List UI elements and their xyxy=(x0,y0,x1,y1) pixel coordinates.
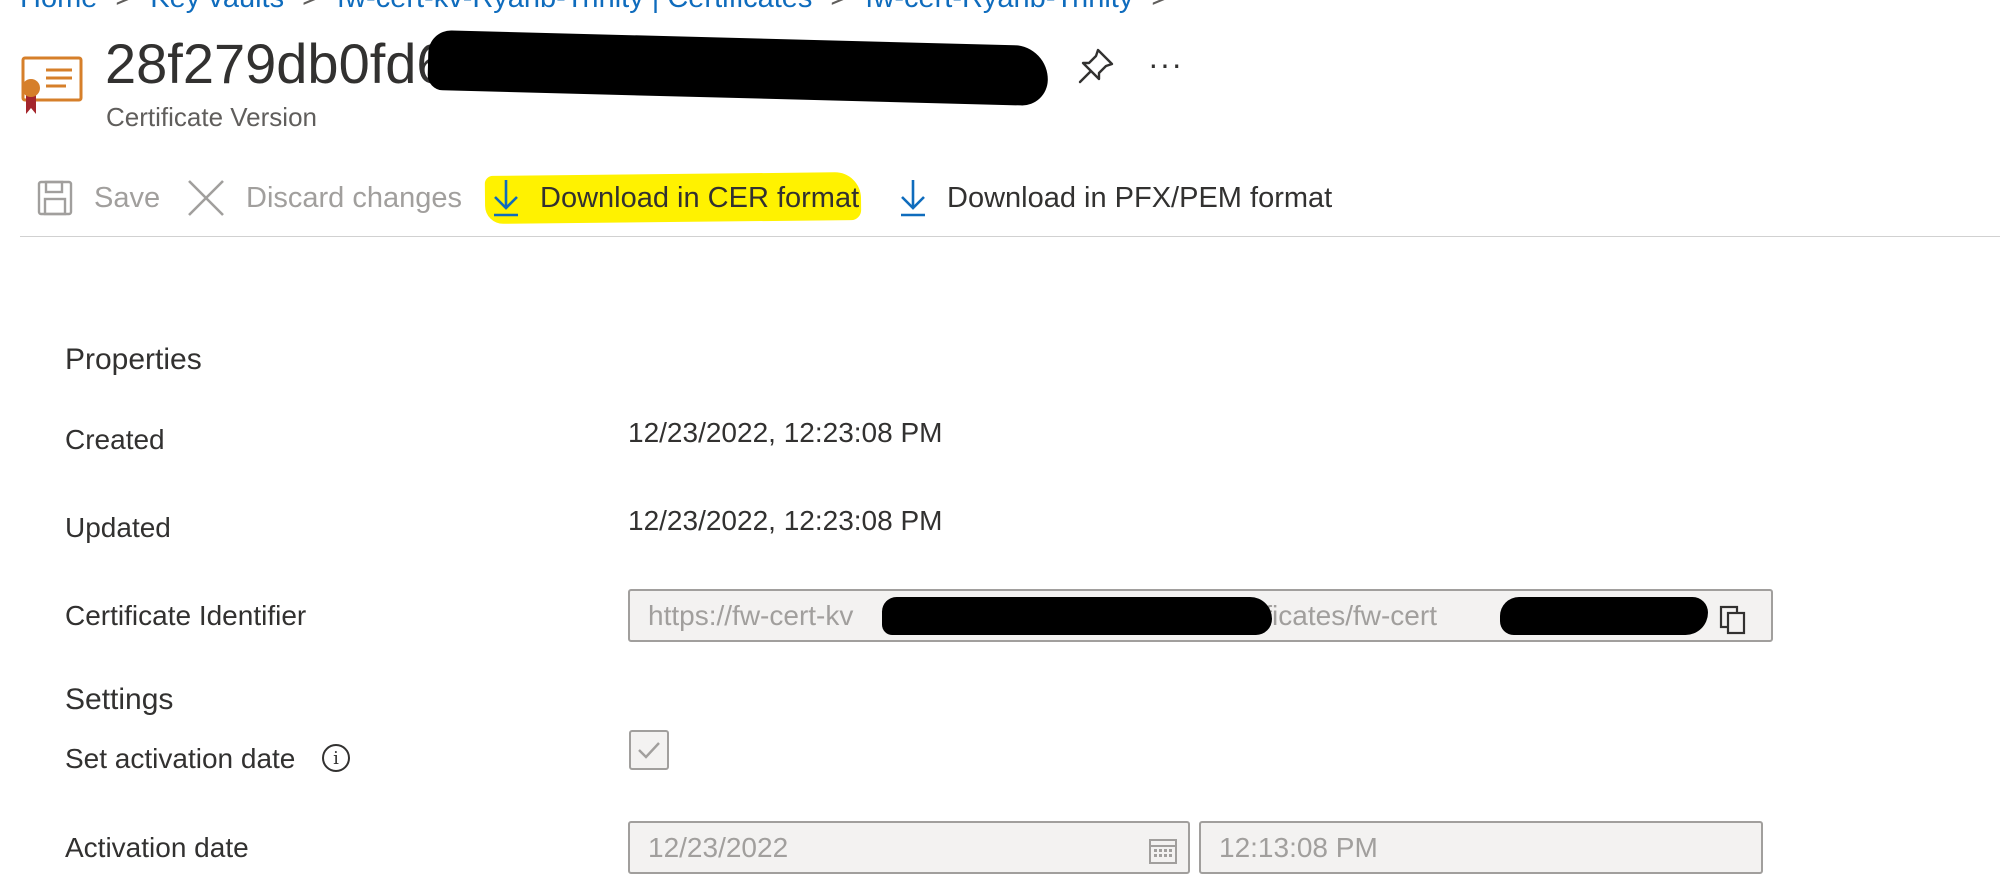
page-title: 28f279db0fd6 xyxy=(105,32,448,95)
discard-changes-label: Discard changes xyxy=(246,181,462,214)
breadcrumb-separator: > xyxy=(1151,0,1168,15)
info-icon[interactable]: i xyxy=(322,744,350,772)
activation-date-input[interactable]: 12/23/2022 xyxy=(628,821,1190,874)
breadcrumb-certificates[interactable]: fw-cert-kv-Ryanb-Trinity | Certificates xyxy=(337,0,812,15)
breadcrumb: Home > Key vaults > fw-cert-kv-Ryanb-Tri… xyxy=(20,0,1168,15)
redaction-mark xyxy=(882,597,1272,635)
activation-date-label: Activation date xyxy=(65,832,249,863)
settings-header: Settings xyxy=(65,683,174,716)
certificate-icon xyxy=(21,56,83,114)
created-label: Created xyxy=(65,424,165,455)
updated-value: 12/23/2022, 12:23:08 PM xyxy=(628,505,943,536)
save-icon xyxy=(37,180,73,216)
calendar-icon[interactable] xyxy=(1148,837,1178,865)
certificate-identifier-label: Certificate Identifier xyxy=(65,600,307,631)
certificate-identifier-field[interactable]: https://fw-cert-kv certificates/fw-cert xyxy=(628,589,1773,642)
download-cer-label: Download in CER format xyxy=(540,181,860,214)
breadcrumb-separator: > xyxy=(302,0,319,15)
created-value: 12/23/2022, 12:23:08 PM xyxy=(628,417,943,448)
breadcrumb-certificate[interactable]: fw-cert-Ryanb-Trinity xyxy=(865,0,1133,15)
download-icon xyxy=(901,180,925,217)
close-icon xyxy=(188,180,224,216)
breadcrumb-home[interactable]: Home xyxy=(20,0,97,15)
identifier-value-start: https://fw-cert-kv xyxy=(648,599,854,631)
activation-time-input[interactable]: 12:13:08 PM xyxy=(1199,821,1763,874)
copy-icon[interactable] xyxy=(1719,605,1747,635)
activation-time-value: 12:13:08 PM xyxy=(1219,831,1378,863)
discard-changes-button[interactable]: Discard changes xyxy=(186,170,462,226)
checkmark-icon xyxy=(638,742,660,759)
more-options-button[interactable]: ··· xyxy=(1148,46,1183,83)
toolbar-divider xyxy=(20,236,2000,237)
redaction-mark xyxy=(1500,597,1708,635)
activation-date-value: 12/23/2022 xyxy=(648,831,789,863)
download-pfx-label: Download in PFX/PEM format xyxy=(947,181,1333,214)
breadcrumb-key-vaults[interactable]: Key vaults xyxy=(150,0,284,15)
properties-header: Properties xyxy=(65,343,202,376)
breadcrumb-separator: > xyxy=(115,0,132,15)
save-label: Save xyxy=(94,181,161,214)
download-icon xyxy=(494,180,518,217)
updated-label: Updated xyxy=(65,512,171,543)
set-activation-date-label: Set activation date xyxy=(65,743,296,774)
download-pfx-button[interactable]: Download in PFX/PEM format xyxy=(899,170,1332,226)
save-button[interactable]: Save xyxy=(36,170,160,226)
download-cer-button[interactable]: Download in CER format xyxy=(492,170,859,226)
redaction-mark xyxy=(427,29,1049,107)
set-activation-date-checkbox[interactable] xyxy=(629,730,669,770)
breadcrumb-separator: > xyxy=(830,0,847,15)
page-subtitle: Certificate Version xyxy=(106,102,317,132)
pin-icon[interactable] xyxy=(1076,46,1116,86)
